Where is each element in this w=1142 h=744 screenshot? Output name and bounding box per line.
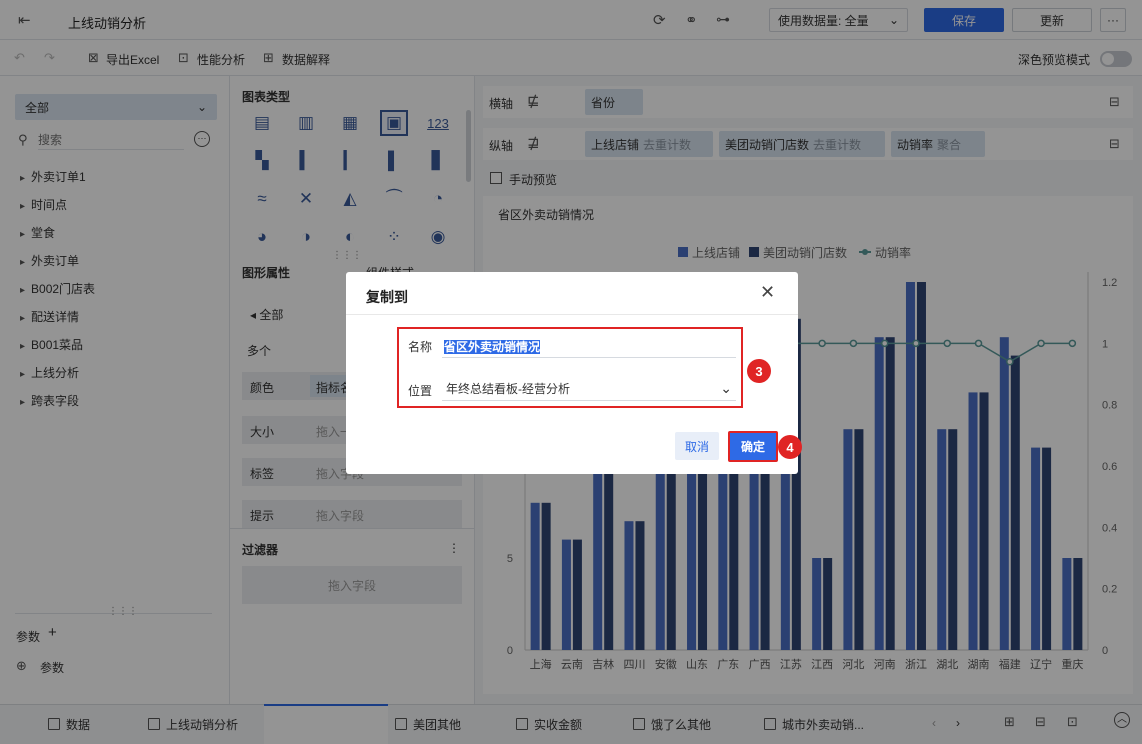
divider bbox=[346, 314, 798, 315]
location-label: 位置 bbox=[408, 384, 433, 398]
close-icon[interactable]: ✕ bbox=[760, 282, 775, 303]
step-badge-4: 4 bbox=[778, 435, 802, 459]
dialog-title: 复制到 bbox=[366, 289, 408, 305]
cancel-button[interactable]: 取消 bbox=[675, 432, 719, 460]
ok-button[interactable]: 确定 bbox=[728, 431, 778, 462]
name-input[interactable]: 省区外卖动销情况 bbox=[442, 334, 736, 358]
name-value: 省区外卖动销情况 bbox=[444, 340, 541, 354]
name-label: 名称 bbox=[408, 340, 433, 354]
location-value: 年终总结看板-经营分析 bbox=[446, 382, 570, 396]
copy-dialog: 复制到 ✕ 名称 省区外卖动销情况 位置 年终总结看板-经营分析 ⌄ 3 取消 … bbox=[346, 272, 802, 474]
location-select[interactable]: 年终总结看板-经营分析 ⌄ bbox=[442, 377, 736, 401]
step-badge-3: 3 bbox=[747, 359, 771, 383]
chevron-down-icon: ⌄ bbox=[720, 380, 732, 396]
